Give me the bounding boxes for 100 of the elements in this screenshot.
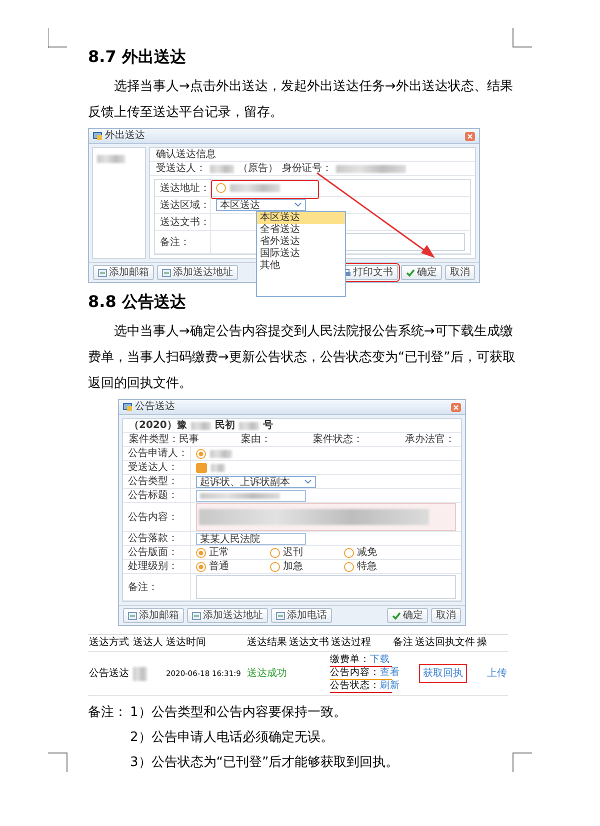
column-header: 送达方式	[88, 636, 130, 650]
window-icon	[123, 403, 132, 411]
note-item: 3）公告状态为“已刊登”后才能够获取到回执。	[130, 754, 399, 772]
add-icon	[192, 612, 201, 620]
chevron-icon	[304, 478, 312, 484]
case-info: 案由：	[241, 434, 271, 445]
section-heading: 8.8 公告送达	[88, 291, 187, 313]
confirm-button[interactable]: 确定	[387, 608, 428, 623]
title-field[interactable]	[196, 490, 306, 502]
add-icon	[98, 268, 107, 276]
process-link[interactable]: 刷新	[380, 680, 400, 691]
role-text: （原告）	[238, 163, 278, 174]
radio-button[interactable]	[270, 548, 280, 558]
crop-mark	[48, 28, 68, 48]
note-item: 2）公告申请人电话必须确定无误。	[130, 729, 334, 747]
process-link[interactable]: 下载	[370, 654, 390, 665]
radio-button[interactable]	[196, 548, 206, 558]
case-info: 承办法官：	[405, 434, 455, 445]
column-header: 送达文书	[288, 636, 330, 650]
add-button[interactable]: 添加送达地址	[187, 608, 268, 623]
confirm-button[interactable]: 确定	[401, 265, 442, 280]
redacted-block	[97, 155, 125, 164]
check-icon	[406, 268, 415, 276]
field-label: 备注：	[128, 582, 158, 592]
radio-label: 加急	[283, 561, 303, 572]
redacted-block	[336, 164, 406, 172]
redacted-block	[230, 184, 280, 192]
radio-label: 正常	[209, 547, 229, 558]
field-label: 送达文书：	[160, 216, 210, 228]
redacted-block	[210, 164, 234, 172]
redacted-block	[238, 422, 259, 430]
table-cell-text: 公告送达	[88, 666, 130, 680]
type-select[interactable]: 起诉状、上诉状副本	[196, 476, 316, 488]
section-title: 确认送达信息	[156, 149, 216, 160]
radio-button[interactable]	[344, 548, 354, 558]
cancel-button[interactable]: 取消	[431, 608, 461, 623]
signature-field[interactable]: 某某人民法院	[196, 532, 306, 544]
add-button[interactable]: 添加邮箱	[123, 608, 184, 623]
field-label: 公告标题：	[128, 490, 178, 501]
field-label: 受送达人：	[128, 462, 178, 473]
column-header: 送达回执文件	[414, 636, 476, 650]
status-text: 送达成功	[246, 666, 288, 680]
add-icon	[128, 612, 137, 620]
field-label: 受送达人：	[156, 163, 206, 174]
check-icon	[392, 612, 401, 620]
radio-label: 减免	[357, 547, 377, 558]
case-number: 民初	[214, 420, 235, 431]
column-header: 送达结果	[246, 636, 288, 650]
crop-mark	[512, 28, 532, 48]
radio-label: 特急	[357, 561, 377, 572]
content-field[interactable]	[196, 503, 456, 531]
window-icon	[93, 132, 102, 140]
add-button[interactable]: 添加送达地址	[157, 265, 238, 280]
radio-label: 普通	[209, 561, 229, 572]
cancel-button[interactable]: 取消	[445, 265, 475, 280]
field-label: 送达区域：	[160, 200, 210, 210]
dialog-title: 外出送达	[105, 130, 146, 142]
case-info: 案件类型：民事	[129, 434, 199, 445]
dialog-title: 公告送达	[135, 401, 176, 413]
field-label: 公告落款：	[128, 533, 178, 544]
column-header: 送达时间	[165, 636, 207, 650]
add-button[interactable]: 添加电话	[271, 608, 332, 623]
close-icon[interactable]	[451, 402, 461, 412]
add-icon	[276, 612, 285, 620]
checkbox[interactable]	[196, 462, 207, 472]
process-link[interactable]: 查看	[380, 667, 400, 678]
dropdown-option[interactable]: 本区送达	[257, 212, 345, 224]
radio-button[interactable]	[344, 562, 354, 572]
field-label: 送达地址：	[160, 182, 210, 194]
add-button[interactable]: 添加邮箱	[93, 265, 154, 280]
radio-label: 迟刊	[283, 547, 303, 558]
section-heading: 8.7 外出送达	[88, 46, 187, 68]
field-label: 公告申请人：	[128, 448, 188, 459]
field-label: 公告版面：	[128, 547, 178, 558]
add-icon	[162, 268, 171, 276]
upload-link[interactable]: 上传	[487, 668, 507, 678]
case-number: 号	[262, 420, 273, 431]
remarks-field[interactable]	[196, 575, 456, 599]
field-label: 公告内容：	[128, 512, 178, 522]
crop-mark	[48, 752, 68, 772]
radio-button[interactable]	[196, 448, 206, 458]
radio-button[interactable]	[216, 183, 226, 193]
chevron-icon	[294, 202, 302, 208]
field-label: 备注：	[160, 236, 190, 248]
radio-button[interactable]	[270, 562, 280, 572]
close-icon[interactable]	[465, 132, 475, 140]
process-step: 缴费单：下载	[330, 654, 392, 667]
area-select[interactable]: 本区送达	[216, 199, 306, 211]
column-header: 送达人	[132, 636, 164, 650]
radio-button[interactable]	[196, 562, 206, 572]
body-paragraph: 选中当事人→确定公告内容提交到人民法院报公告系统→可下载生成缴费单，当事人扫码缴费→更新公告状态，公告状态变为“已刊登”后，可获取返回的回执文件。	[88, 323, 516, 393]
redacted-block	[190, 422, 211, 430]
redacted-block	[210, 450, 232, 458]
note-item: 1）公告类型和公告内容要保持一致。	[130, 704, 348, 722]
field-label: 处理级别：	[128, 561, 178, 572]
case-number: （2020）豫	[129, 420, 187, 431]
column-header: 送达过程	[330, 636, 372, 650]
crop-mark	[512, 752, 532, 772]
column-header: 操	[476, 636, 488, 650]
redacted-block	[133, 666, 147, 680]
